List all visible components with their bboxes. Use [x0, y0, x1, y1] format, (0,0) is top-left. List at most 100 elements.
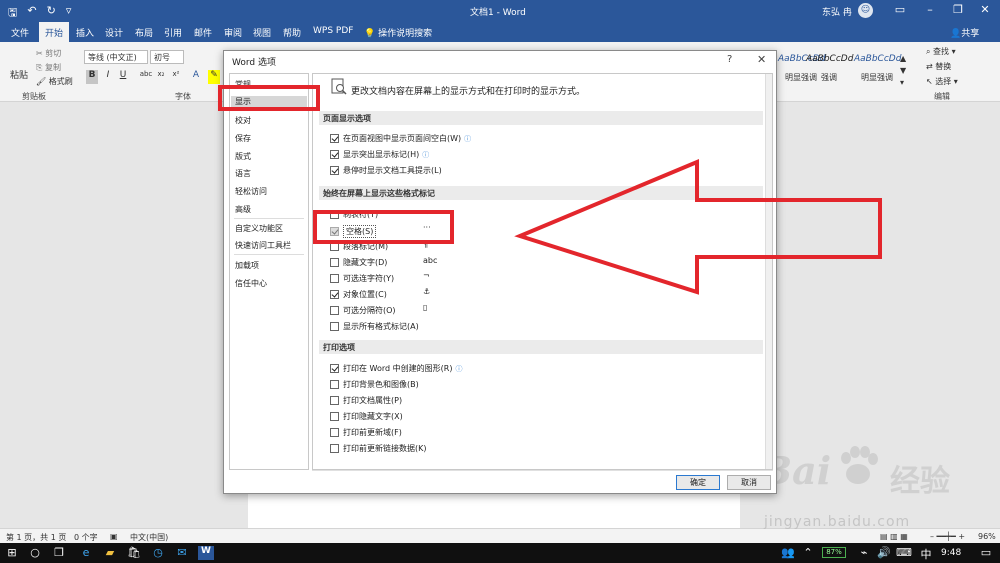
tab-wps-pdf[interactable]: WPS PDF	[313, 26, 353, 36]
tab-review[interactable]: 审阅	[224, 26, 242, 39]
nav-item-quick-access-toolbar[interactable]: 快速访问工具栏	[235, 240, 291, 251]
user-name[interactable]: 东弘 冉	[822, 5, 852, 18]
italic-button[interactable]: I	[102, 70, 114, 84]
nav-item-customize-ribbon[interactable]: 自定义功能区	[235, 223, 283, 234]
checkbox[interactable]	[330, 134, 339, 143]
help-button[interactable]: ?	[727, 54, 732, 65]
checkbox[interactable]	[330, 150, 339, 159]
checkbox[interactable]	[330, 306, 339, 315]
ok-button[interactable]: 确定	[676, 475, 720, 490]
nav-item-addins[interactable]: 加载项	[235, 260, 259, 271]
option-update-fields[interactable]: 打印前更新域(F)	[330, 427, 402, 438]
styles-scroll-up-icon[interactable]: ▲	[900, 54, 906, 63]
option-object-anchors[interactable]: 对象位置(C)	[330, 289, 387, 300]
checkbox[interactable]	[330, 380, 339, 389]
tab-help[interactable]: 帮助	[283, 26, 301, 39]
option-hidden-text[interactable]: 隐藏文字(D)	[330, 257, 387, 268]
checkbox[interactable]	[330, 258, 339, 267]
tab-references[interactable]: 引用	[164, 26, 182, 39]
notification-icon[interactable]: ▭	[978, 546, 994, 560]
word-taskbar-icon[interactable]: W	[198, 546, 214, 560]
option-update-linked-data[interactable]: 打印前更新链接数据(K)	[330, 443, 427, 454]
cortana-icon[interactable]: ○	[27, 546, 43, 560]
checkbox[interactable]	[330, 290, 339, 299]
style-emphasis[interactable]: AaBbCcDd 强调	[806, 50, 853, 86]
select-button[interactable]: ↖ 选择 ▾	[926, 76, 958, 87]
nav-item-save[interactable]: 保存	[235, 133, 251, 144]
highlight-button[interactable]: ✎	[208, 70, 220, 84]
text-effects-button[interactable]: A	[190, 70, 202, 84]
checkbox[interactable]	[330, 364, 339, 373]
option-optional-breaks[interactable]: 可选分隔符(O)	[330, 305, 396, 316]
cancel-button[interactable]: 取消	[727, 475, 771, 490]
task-view-icon[interactable]: ❐	[51, 546, 67, 560]
tell-me-search[interactable]: 💡 操作说明搜索	[364, 26, 432, 39]
option-print-properties[interactable]: 打印文档属性(P)	[330, 395, 402, 406]
checkbox[interactable]	[330, 412, 339, 421]
nav-item-language[interactable]: 语言	[235, 168, 251, 179]
checkbox[interactable]	[330, 428, 339, 437]
checkbox[interactable]	[330, 322, 339, 331]
close-window-icon[interactable]: ✕	[975, 3, 995, 16]
ribbon-display-icon[interactable]: ▭	[890, 3, 910, 16]
tab-mailings[interactable]: 邮件	[194, 26, 212, 39]
checkbox[interactable]	[330, 444, 339, 453]
nav-item-advanced[interactable]: 高级	[235, 204, 251, 215]
styles-more-icon[interactable]: ▾	[900, 78, 904, 87]
checkbox[interactable]	[330, 274, 339, 283]
people-icon[interactable]: 👥	[780, 546, 796, 560]
proofing-icon[interactable]: ▣	[110, 532, 118, 541]
subscript-button[interactable]: x₂	[155, 70, 167, 84]
option-show-tooltips[interactable]: 悬停时显示文档工具提示(L)	[330, 165, 442, 176]
restore-icon[interactable]: ❐	[948, 3, 968, 16]
file-explorer-icon[interactable]: ▰	[102, 546, 118, 560]
taskbar-clock[interactable]: 9:48	[941, 548, 961, 558]
format-painter-button[interactable]: 🖌 格式刷	[36, 76, 73, 87]
option-show-all-marks[interactable]: 显示所有格式标记(A)	[330, 321, 419, 332]
cut-button[interactable]: ✂ 剪切	[36, 48, 61, 59]
avatar[interactable]: ☺	[858, 3, 873, 18]
superscript-button[interactable]: x²	[170, 70, 182, 84]
clock-app-icon[interactable]: ◷	[150, 546, 166, 560]
strikethrough-button[interactable]: abc	[139, 70, 153, 84]
undo-icon[interactable]: ↶	[27, 4, 36, 23]
font-name-select[interactable]: 等线 (中文正)	[84, 50, 148, 64]
tab-file[interactable]: 文件	[11, 26, 29, 39]
page-count[interactable]: 第 1 页，共 1 页	[6, 532, 66, 543]
option-show-whitespace[interactable]: 在页面视图中显示页面间空白(W) ⓘ	[330, 133, 471, 144]
share-button[interactable]: 👤共享	[950, 26, 979, 39]
replace-button[interactable]: ⇄ 替换	[926, 61, 951, 72]
checkbox[interactable]	[330, 396, 339, 405]
customize-toolbar-icon[interactable]: ▿	[66, 4, 72, 23]
tab-home[interactable]: 开始	[39, 22, 70, 42]
battery-indicator[interactable]: 87%	[822, 547, 846, 558]
save-icon[interactable]: 🖫	[8, 4, 17, 23]
find-button[interactable]: ⌕ 查找 ▾	[926, 46, 956, 57]
underline-button[interactable]: U	[117, 70, 129, 84]
bold-button[interactable]: B	[86, 70, 98, 84]
content-scrollbar[interactable]	[765, 74, 772, 469]
word-count[interactable]: 0 个字	[74, 532, 98, 543]
nav-item-accessibility[interactable]: 轻松访问	[235, 186, 267, 197]
language-indicator[interactable]: 中文(中国)	[130, 532, 168, 543]
minimize-icon[interactable]: –	[920, 3, 940, 16]
option-print-hidden-text[interactable]: 打印隐藏文字(X)	[330, 411, 403, 422]
style-intense-emphasis-2[interactable]: AaBbCcDd 明显强调	[854, 50, 901, 86]
network-icon[interactable]: ⌁	[856, 546, 872, 560]
styles-scroll-down-icon[interactable]: ▼	[900, 66, 906, 75]
store-icon[interactable]: 🛍	[126, 546, 142, 560]
dialog-close-button[interactable]: ✕	[757, 53, 766, 66]
keyboard-icon[interactable]: ⌨	[896, 546, 912, 560]
nav-item-trust-center[interactable]: 信任中心	[235, 278, 267, 289]
font-size-select[interactable]: 初号	[150, 50, 184, 64]
tab-insert[interactable]: 插入	[76, 26, 94, 39]
tray-expand-icon[interactable]: ⌃	[800, 546, 816, 560]
tab-view[interactable]: 视图	[253, 26, 271, 39]
option-print-drawings[interactable]: 打印在 Word 中创建的图形(R) ⓘ	[330, 363, 462, 374]
tab-layout[interactable]: 布局	[135, 26, 153, 39]
nav-item-proofing[interactable]: 校对	[235, 115, 251, 126]
edge-icon[interactable]: e	[78, 546, 94, 560]
option-show-highlighter[interactable]: 显示突出显示标记(H) ⓘ	[330, 149, 429, 160]
volume-icon[interactable]: 🔊	[876, 546, 892, 560]
option-print-background[interactable]: 打印背景色和图像(B)	[330, 379, 419, 390]
